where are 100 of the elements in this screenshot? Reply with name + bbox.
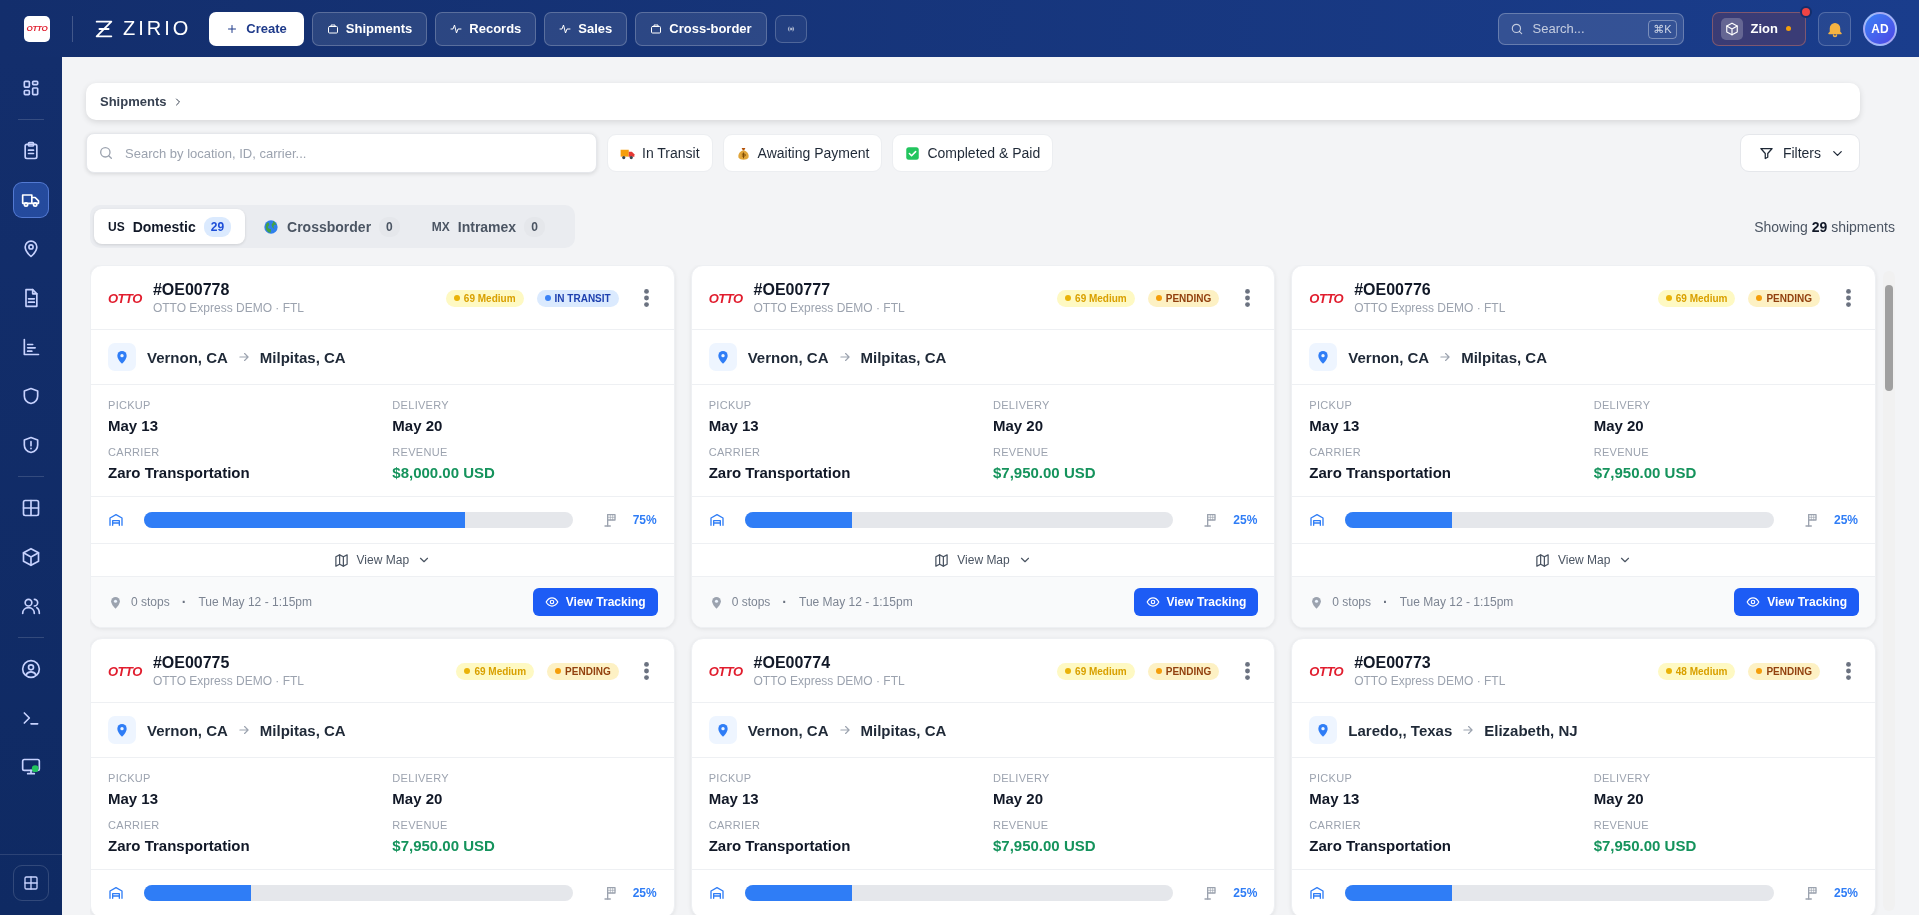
warehouse-icon bbox=[1309, 512, 1326, 528]
brand-name: ZIRIO bbox=[123, 17, 192, 40]
progress-percent: 25% bbox=[1233, 513, 1258, 527]
field-label: CARRIER bbox=[1309, 819, 1362, 831]
user-avatar[interactable]: AD bbox=[1863, 11, 1897, 46]
plus-icon bbox=[226, 22, 239, 35]
location-pin-icon bbox=[108, 716, 136, 744]
monitor-icon bbox=[21, 757, 41, 777]
count-badge: 0 bbox=[524, 216, 545, 237]
separator-dot: · bbox=[1383, 594, 1388, 610]
location-pin-icon bbox=[1309, 343, 1338, 371]
count-badge: 0 bbox=[379, 216, 400, 237]
create-button[interactable]: Create bbox=[209, 11, 304, 46]
timestamp: Tue May 12 - 1:15pm bbox=[198, 595, 312, 609]
sidebar-toggle[interactable] bbox=[13, 865, 49, 901]
filter-chip[interactable]: Completed & Paid bbox=[892, 134, 1054, 172]
warehouse-icon bbox=[108, 885, 124, 901]
warehouse-icon bbox=[1309, 885, 1326, 901]
field-value: May 20 bbox=[993, 417, 1045, 434]
view-map-toggle[interactable]: View Map bbox=[333, 550, 432, 570]
field-value: $7,950.00 USD bbox=[1593, 464, 1698, 481]
more-icon bbox=[1845, 289, 1851, 307]
field-value: Zaro Transportation bbox=[108, 837, 251, 854]
field-label: REVENUE bbox=[1593, 446, 1650, 458]
field-value: Zaro Transportation bbox=[1309, 464, 1452, 481]
nav-button[interactable]: Shipments bbox=[311, 11, 428, 46]
shipment-subtitle: OTTO Express DEMO · FTL bbox=[152, 674, 305, 688]
shipment-id: #OE00778 bbox=[152, 281, 231, 299]
notifications-button[interactable] bbox=[1818, 11, 1851, 46]
view-map-toggle[interactable]: View Map bbox=[1534, 550, 1633, 570]
nav-button[interactable]: Cross-border bbox=[635, 11, 767, 46]
carrier-logo: OTTO bbox=[1309, 663, 1344, 679]
status-badge: IN TRANSIT bbox=[536, 289, 619, 307]
field-label: REVENUE bbox=[993, 446, 1050, 458]
view-tracking-button[interactable]: View Tracking bbox=[1734, 588, 1859, 616]
progress-percent: 25% bbox=[1833, 513, 1858, 527]
field-label: CARRIER bbox=[108, 446, 161, 458]
pulse-icon bbox=[450, 22, 463, 35]
filters-button[interactable]: Filters bbox=[1739, 134, 1860, 172]
shield-alert-icon bbox=[21, 435, 41, 455]
map-pin-icon bbox=[21, 239, 41, 259]
bar-chart-icon bbox=[21, 337, 41, 357]
field-value: May 20 bbox=[392, 417, 444, 434]
field-label: DELIVERY bbox=[1593, 399, 1652, 411]
map-icon bbox=[934, 552, 950, 568]
view-tracking-button[interactable]: View Tracking bbox=[532, 588, 658, 616]
field-value: $7,950.00 USD bbox=[392, 837, 496, 854]
field-label: PICKUP bbox=[708, 772, 753, 784]
field-value: Zaro Transportation bbox=[708, 464, 852, 481]
finish-flag-icon bbox=[1803, 885, 1820, 901]
shipment-id: #OE00773 bbox=[1354, 654, 1432, 672]
field-value: May 20 bbox=[993, 790, 1045, 807]
stops-count: 0 stops bbox=[1332, 595, 1372, 609]
stops-count: 0 stops bbox=[731, 595, 771, 609]
carrier-logo: OTTO bbox=[708, 663, 743, 679]
score-badge: 69 Medium bbox=[456, 662, 535, 680]
sidebar-item[interactable] bbox=[13, 182, 49, 218]
progress-percent: 25% bbox=[1233, 886, 1258, 900]
nav-button[interactable]: Sales bbox=[544, 11, 628, 46]
scrollbar[interactable] bbox=[1883, 271, 1895, 911]
filter-chip[interactable]: Awaiting Payment bbox=[722, 134, 883, 172]
more-icon bbox=[644, 289, 650, 307]
map-icon bbox=[1534, 552, 1550, 568]
field-label: REVENUE bbox=[392, 446, 449, 458]
tab[interactable]: US Domestic 29 bbox=[94, 209, 246, 244]
nav-button[interactable]: Records bbox=[435, 11, 537, 46]
score-badge: 69 Medium bbox=[445, 289, 524, 307]
view-map-toggle[interactable]: View Map bbox=[934, 550, 1032, 570]
more-icon bbox=[1244, 289, 1250, 307]
arrow-right-icon bbox=[837, 723, 852, 737]
shipment-id: #OE00776 bbox=[1354, 281, 1432, 299]
user-circle-icon bbox=[21, 659, 41, 679]
search-field[interactable]: Search by location, ID, carrier... bbox=[86, 133, 597, 173]
count-badge: 29 bbox=[203, 216, 232, 237]
arrow-right-icon bbox=[236, 350, 251, 364]
tab[interactable]: Crossborder 0 bbox=[249, 209, 414, 244]
progress-percent: 25% bbox=[632, 886, 657, 900]
origin-city: Vernon, CA bbox=[147, 348, 228, 366]
destination-city: Milpitas, CA bbox=[259, 348, 346, 366]
finish-flag-icon bbox=[1803, 512, 1820, 528]
briefcase-icon bbox=[326, 22, 339, 35]
dashboard-icon bbox=[21, 78, 41, 98]
stops-count: 0 stops bbox=[131, 595, 170, 609]
finish-flag-icon bbox=[602, 512, 619, 528]
breadcrumb-link[interactable]: Shipments bbox=[100, 94, 167, 109]
view-tracking-button[interactable]: View Tracking bbox=[1133, 588, 1259, 616]
location-pin-icon bbox=[708, 716, 737, 744]
carrier-logo: OTTO bbox=[108, 663, 142, 679]
field-value: May 20 bbox=[1593, 790, 1645, 807]
finish-flag-icon bbox=[602, 885, 619, 901]
field-value: $7,950.00 USD bbox=[993, 837, 1097, 854]
tab[interactable]: MX Intramex 0 bbox=[417, 209, 559, 244]
destination-city: Milpitas, CA bbox=[259, 721, 346, 739]
workspace-button[interactable]: Zion bbox=[1711, 11, 1806, 46]
more-icon bbox=[1244, 662, 1250, 680]
grid-icon bbox=[21, 498, 41, 518]
map-pin-icon bbox=[108, 594, 123, 610]
arrow-right-icon bbox=[1461, 723, 1476, 737]
field-label: REVENUE bbox=[1593, 819, 1650, 831]
filter-chip[interactable]: In Transit bbox=[607, 134, 713, 172]
